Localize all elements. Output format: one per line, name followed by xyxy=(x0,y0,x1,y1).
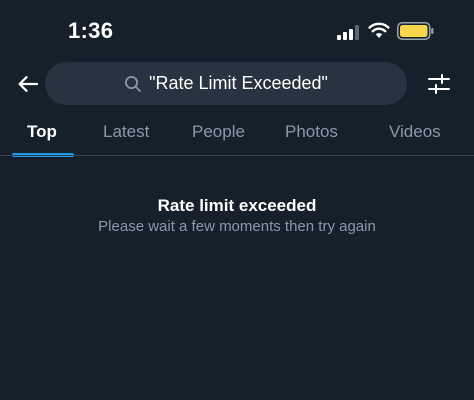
tab-people[interactable]: People xyxy=(192,122,245,142)
search-icon xyxy=(124,75,142,93)
search-query-text: "Rate Limit Exceeded" xyxy=(149,73,328,93)
tab-latest[interactable]: Latest xyxy=(103,122,149,142)
sliders-icon xyxy=(428,74,450,94)
tab-videos[interactable]: Videos xyxy=(389,122,441,142)
cellular-signal-icon xyxy=(337,24,362,40)
tab-photos[interactable]: Photos xyxy=(285,122,338,142)
error-body: Please wait a few moments then try again xyxy=(98,218,376,235)
search-results-screen: 1:36 "Rate Limit Exceeded" Top Latest Pe… xyxy=(0,0,474,400)
tabs-divider xyxy=(0,155,474,156)
search-tabs: Top Latest People Photos Videos xyxy=(0,110,474,157)
arrow-left-icon xyxy=(18,76,39,92)
search-filter-button[interactable] xyxy=(425,70,453,98)
status-time: 1:36 xyxy=(68,18,114,43)
back-button[interactable] xyxy=(14,70,42,98)
wifi-icon xyxy=(368,22,390,38)
search-input[interactable]: "Rate Limit Exceeded" xyxy=(45,62,407,105)
error-title: Rate limit exceeded xyxy=(157,196,317,215)
rate-limit-message: Rate limit exceeded Please wait a few mo… xyxy=(0,195,474,237)
battery-icon xyxy=(397,22,434,40)
tab-top[interactable]: Top xyxy=(27,122,57,142)
status-bar: 1:36 xyxy=(0,0,474,60)
